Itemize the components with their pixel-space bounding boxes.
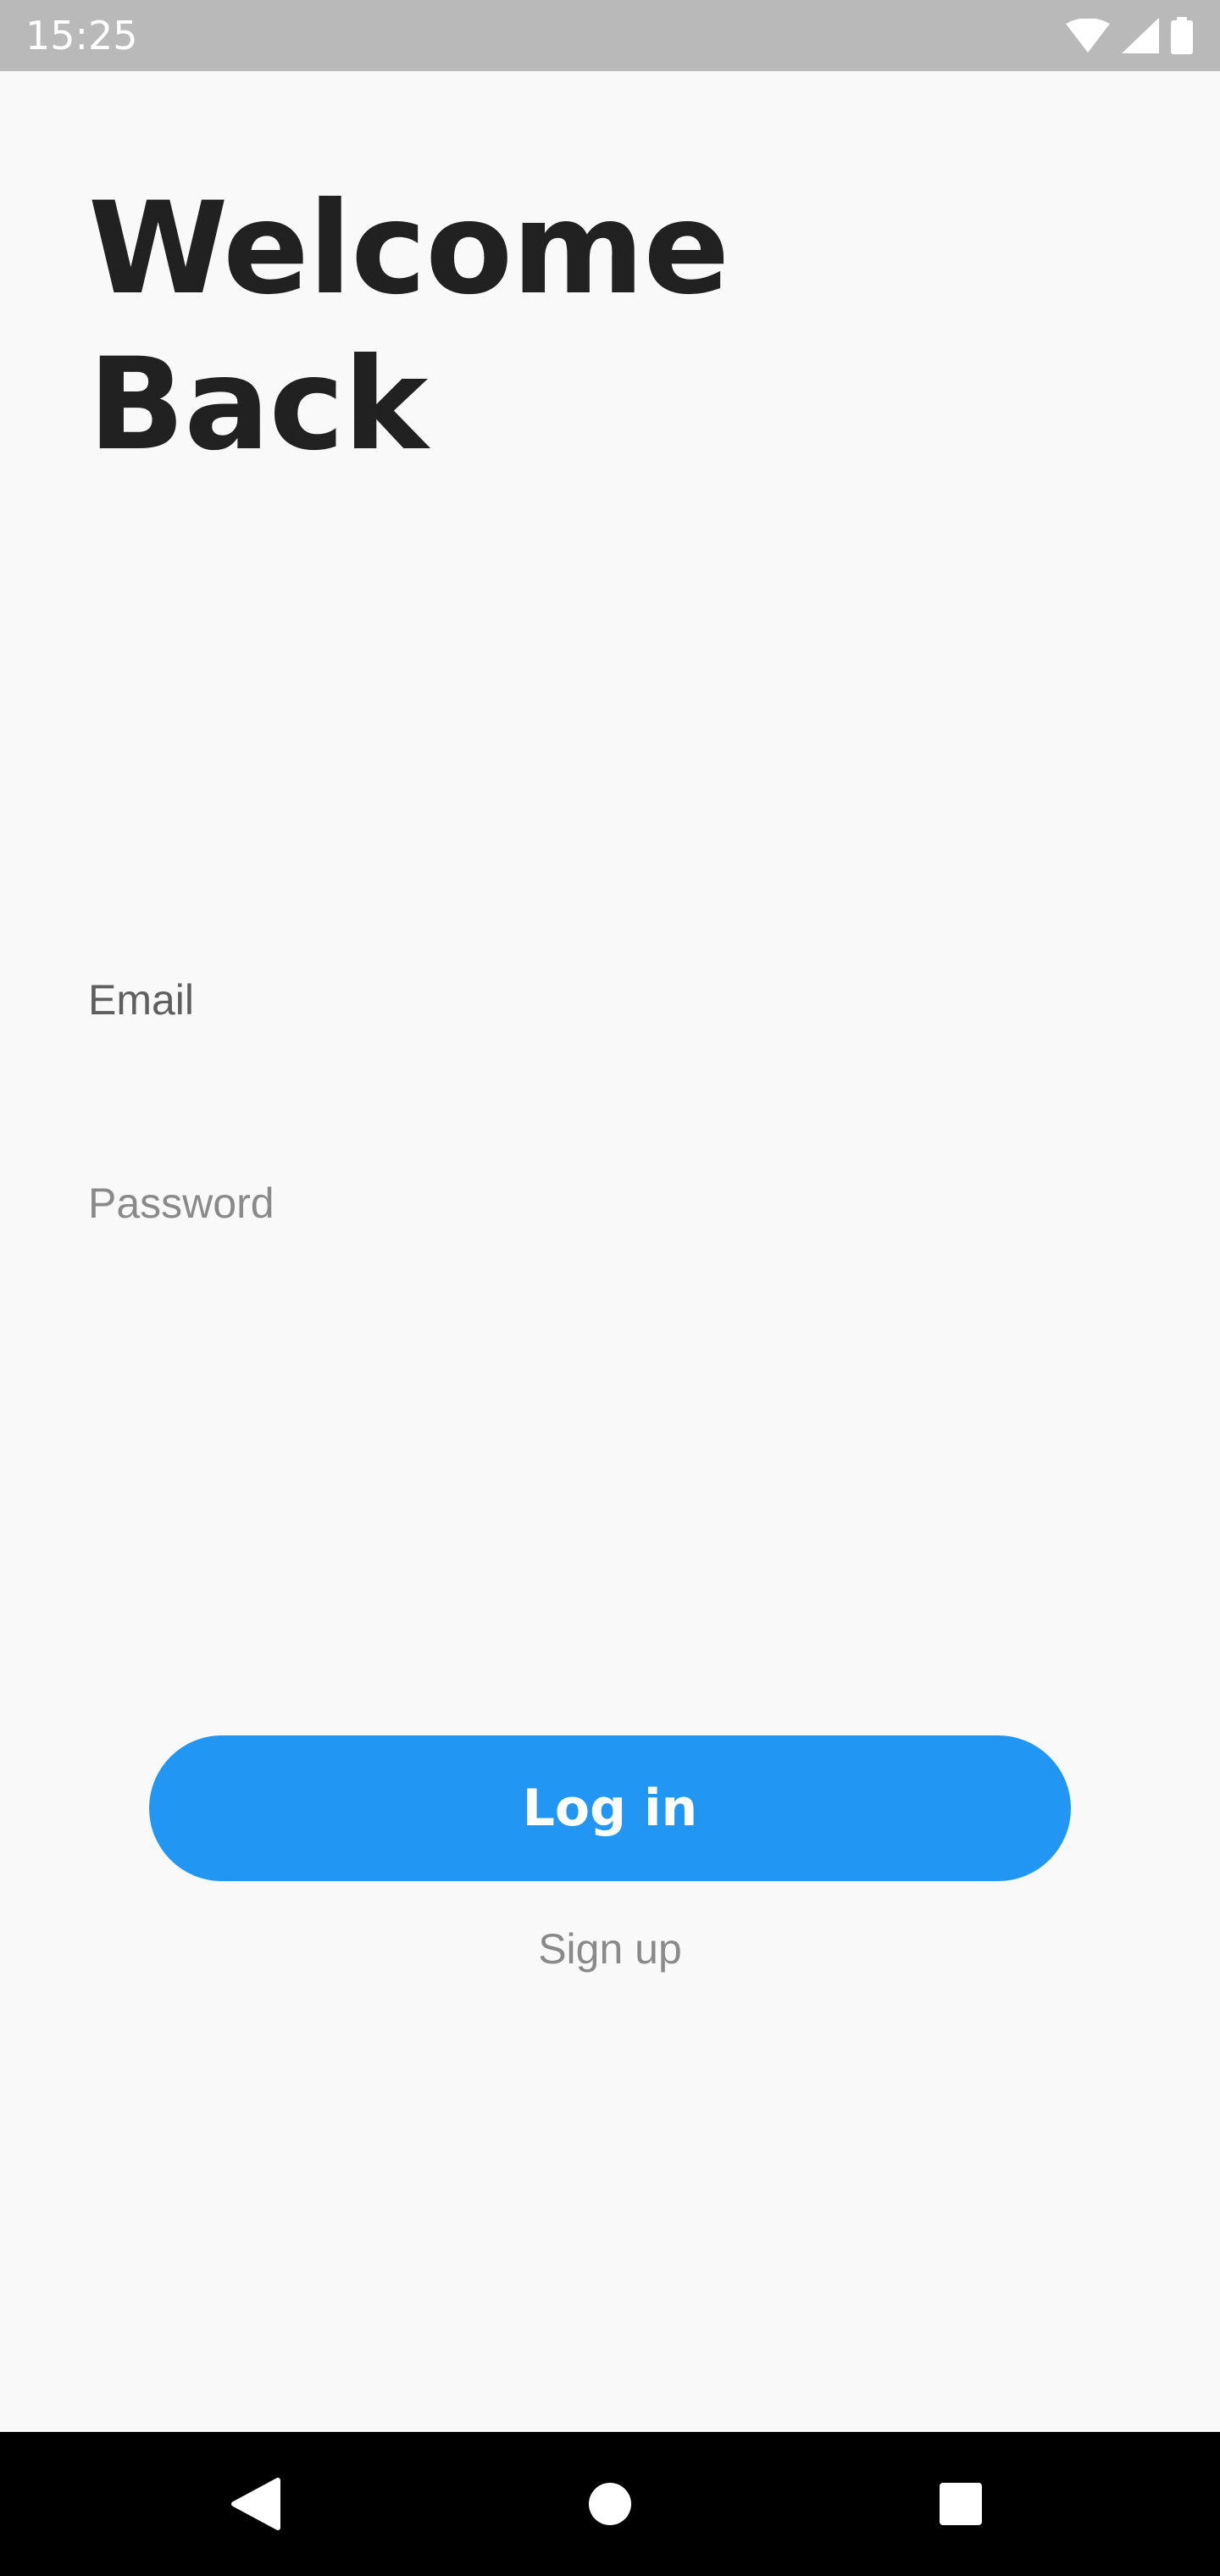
status-bar: 15:25 [0,0,1220,71]
home-icon[interactable] [574,2468,646,2540]
email-label: Email [88,976,195,1024]
status-icons [1054,15,1193,56]
signup-link[interactable]: Sign up [441,1917,779,1981]
wifi-icon [1066,19,1110,53]
password-field[interactable]: Password [88,1176,1132,1320]
email-field[interactable]: Email [88,973,1132,1117]
navigation-bar [0,2432,1220,2576]
password-label: Password [88,1180,274,1227]
recents-icon[interactable] [925,2468,996,2540]
title-line-2: Back [88,331,428,479]
back-icon[interactable] [219,2468,290,2540]
signal-icon [1122,18,1159,53]
title-line-1: Welcome [88,175,729,323]
battery-icon [1171,17,1193,54]
page-title: Welcome Back [88,171,729,483]
status-time: 15:25 [25,13,138,58]
login-button[interactable]: Log in [149,1735,1071,1881]
